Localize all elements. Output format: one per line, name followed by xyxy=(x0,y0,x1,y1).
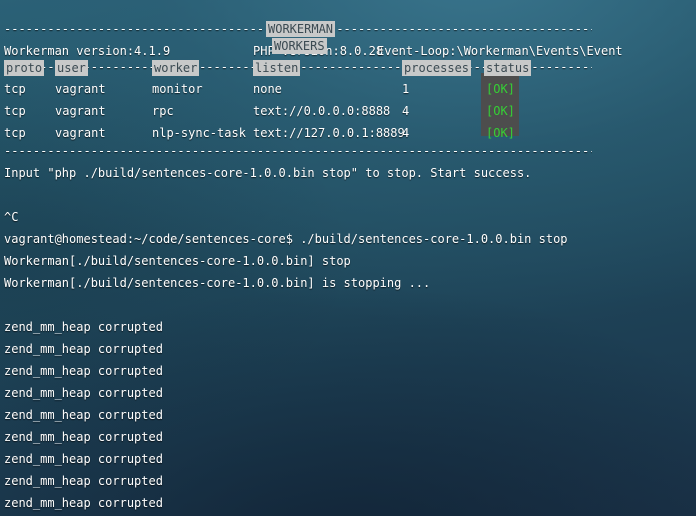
table-row: tcp xyxy=(4,126,26,140)
status-badge: [OK] xyxy=(486,126,515,140)
terminal-window[interactable]: ----------------------------------------… xyxy=(0,0,696,516)
table-row: 4 xyxy=(402,104,410,118)
table-header-worker: worker xyxy=(152,60,200,76)
stopping-line: Workerman[./build/sentences-core-1.0.0.b… xyxy=(4,276,431,290)
interrupt-line: ^C xyxy=(4,210,19,224)
workers-tag: WORKERS xyxy=(272,38,327,54)
table-row: text://0.0.0.0:8888 xyxy=(253,104,391,118)
table-row: rpc xyxy=(152,104,174,118)
table-row: vagrant xyxy=(55,104,106,118)
table-row: vagrant xyxy=(55,126,106,140)
heap-error-line: zend_mm_heap corrupted xyxy=(4,386,163,400)
table-header-status: status xyxy=(484,60,532,76)
stop-line: Workerman[./build/sentences-core-1.0.0.b… xyxy=(4,254,351,268)
table-header-listen: listen xyxy=(253,60,301,76)
table-row: monitor xyxy=(152,82,203,96)
table-header-proto: proto xyxy=(4,60,45,76)
status-badge: [OK] xyxy=(486,104,515,118)
heap-error-line: zend_mm_heap corrupted xyxy=(4,496,163,510)
table-row: 4 xyxy=(402,126,410,140)
table-row: none xyxy=(253,82,282,96)
table-row: tcp xyxy=(4,82,26,96)
heap-error-line: zend_mm_heap corrupted xyxy=(4,320,163,334)
start-hint-line: Input "php ./build/sentences-core-1.0.0.… xyxy=(4,166,532,180)
table-row: 1 xyxy=(402,82,410,96)
stop-command-line: vagrant@homestead:~/code/sentences-core$… xyxy=(4,232,568,246)
table-row: nlp-sync-task xyxy=(152,126,246,140)
heap-error-line: zend_mm_heap corrupted xyxy=(4,452,163,466)
table-header-user: user xyxy=(55,60,88,76)
table-header-processes: processes xyxy=(402,60,472,76)
status-badge: [OK] xyxy=(486,82,515,96)
workerman-tag: WORKERMAN xyxy=(266,21,336,37)
heap-error-line: zend_mm_heap corrupted xyxy=(4,364,163,378)
heap-error-line: zend_mm_heap corrupted xyxy=(4,474,163,488)
heap-error-line: zend_mm_heap corrupted xyxy=(4,430,163,444)
heap-error-line: zend_mm_heap corrupted xyxy=(4,342,163,356)
table-row: text://127.0.0.1:8889 xyxy=(253,126,405,140)
heap-error-line: zend_mm_heap corrupted xyxy=(4,408,163,422)
table-row: tcp xyxy=(4,104,26,118)
table-row: vagrant xyxy=(55,82,106,96)
